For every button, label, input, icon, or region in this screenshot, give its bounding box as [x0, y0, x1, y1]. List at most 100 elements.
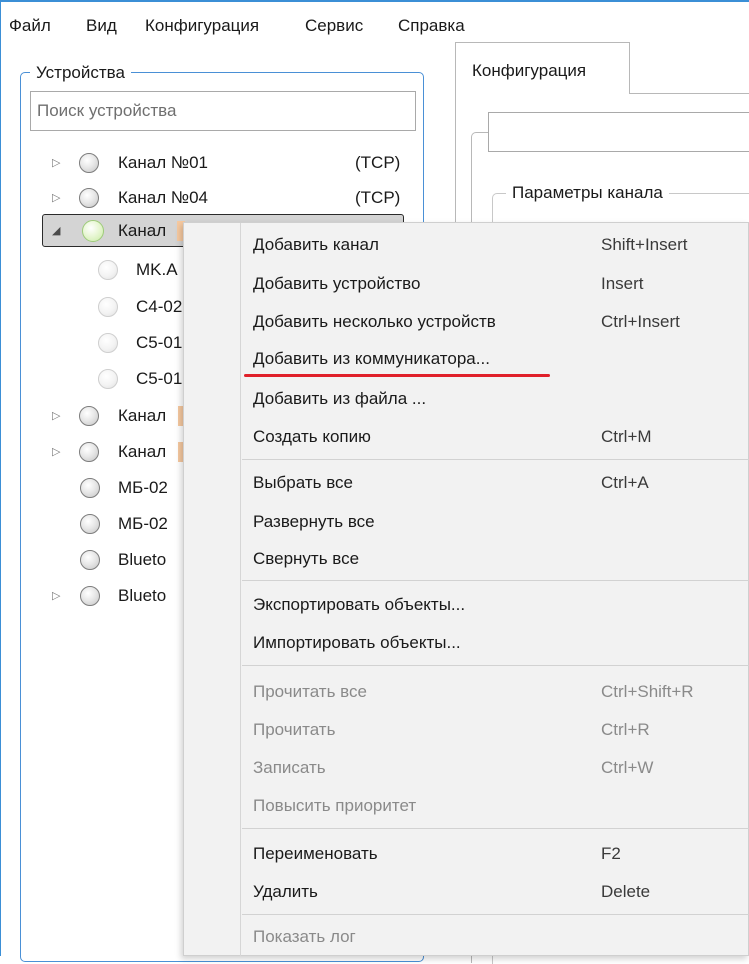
status-led-icon	[98, 369, 118, 389]
menu-item-shortcut: Insert	[601, 274, 644, 293]
status-led-icon	[98, 260, 118, 280]
highlight-underline	[244, 374, 550, 377]
menu-item-label: Добавить из коммуникатора...	[253, 349, 490, 368]
expand-arrow-icon[interactable]: ▷	[52, 579, 60, 613]
menu-item-label: Удалить	[253, 882, 318, 901]
channel-params-title: Параметры канала	[506, 182, 669, 204]
tree-item-label: Blueto	[118, 586, 167, 605]
menu-item-label: Развернуть все	[253, 512, 375, 531]
menu-separator	[242, 459, 749, 460]
menu-item-label: Добавить несколько устройств	[253, 312, 496, 331]
menu-item-shortcut: Ctrl+R	[601, 720, 650, 739]
menu-separator	[242, 665, 749, 666]
collapse-arrow-icon[interactable]: ◢	[52, 214, 60, 248]
menu-item-shortcut: F2	[601, 844, 621, 863]
tree-item-label: Канал	[118, 406, 167, 425]
expand-arrow-icon[interactable]: ▷	[52, 146, 60, 180]
menu-separator	[242, 580, 749, 581]
menu-item-label: Записать	[253, 758, 326, 777]
menu-item-add-from-file[interactable]: Добавить из файла ...	[241, 380, 749, 418]
tree-item-label: МБ-02	[118, 478, 168, 497]
menu-item-label: Создать копию	[253, 427, 371, 446]
status-led-icon	[79, 406, 99, 426]
menu-bar: Файл Вид Конфигурация Сервис Справка	[0, 2, 749, 42]
tree-item-device[interactable]: C4-02	[96, 290, 186, 324]
menu-item-label: Выбрать все	[253, 473, 353, 492]
menu-item-add-multiple-devices[interactable]: Добавить несколько устройств Ctrl+Insert	[241, 303, 749, 341]
tree-item-channel[interactable]: ▷ Канал	[40, 399, 186, 433]
tree-item-device[interactable]: МБ-02	[78, 507, 186, 541]
tab-strip-line	[630, 93, 749, 94]
menu-item-label: Добавить устройство	[253, 274, 421, 293]
menu-item-create-copy[interactable]: Создать копию Ctrl+M	[241, 418, 749, 456]
menu-item-add-device[interactable]: Добавить устройство Insert	[241, 265, 749, 303]
status-led-icon	[98, 333, 118, 353]
menu-item-label: Свернуть все	[253, 549, 360, 568]
menu-item-label: Повысить приоритет	[253, 796, 417, 815]
menu-item-shortcut: Ctrl+Insert	[601, 312, 680, 331]
tree-item-label: Blueto	[118, 550, 167, 569]
status-led-icon	[79, 442, 99, 462]
menu-item-read-all[interactable]: Прочитать все Ctrl+Shift+R	[241, 673, 749, 711]
tree-item-protocol: (TCP)	[355, 153, 401, 172]
menu-item-select-all[interactable]: Выбрать все Ctrl+A	[241, 464, 749, 502]
config-name-field[interactable]	[488, 112, 749, 152]
menu-item-label: Прочитать все	[253, 682, 367, 701]
status-led-icon	[82, 220, 104, 242]
tree-item-device[interactable]: Blueto	[78, 543, 186, 577]
menu-separator	[242, 914, 749, 915]
tree-item-label: Канал	[118, 221, 167, 240]
menu-item-label: Показать лог	[253, 927, 356, 946]
tree-item-channel-04[interactable]: ▷ Канал №04 (TCP)	[40, 181, 420, 215]
tree-item-label: Канал №04	[118, 188, 208, 207]
menu-item-collapse-all[interactable]: Свернуть все	[241, 540, 749, 578]
menu-help[interactable]: Справка	[398, 16, 465, 36]
menu-item-shortcut: Shift+Insert	[601, 235, 688, 254]
menu-service[interactable]: Сервис	[305, 16, 363, 36]
tree-item-device[interactable]: MK.A	[96, 253, 186, 287]
menu-item-label: Импортировать объекты...	[253, 633, 461, 652]
status-led-icon	[98, 297, 118, 317]
menu-item-import-objects[interactable]: Импортировать объекты...	[241, 624, 749, 662]
menu-item-show-log[interactable]: Показать лог	[241, 918, 749, 956]
menu-item-add-from-communicator[interactable]: Добавить из коммуникатора...	[241, 340, 749, 378]
menu-item-expand-all[interactable]: Развернуть все	[241, 503, 749, 541]
devices-panel-title: Устройства	[30, 62, 131, 84]
menu-item-delete[interactable]: Удалить Delete	[241, 873, 749, 911]
tree-item-label: C5-01	[136, 333, 183, 352]
tree-item-channel-selected[interactable]: ◢ Канал	[40, 214, 185, 248]
expand-arrow-icon[interactable]: ▷	[52, 435, 60, 469]
menu-item-shortcut: Ctrl+A	[601, 473, 649, 492]
status-led-icon	[79, 188, 99, 208]
tree-item-protocol: (TCP)	[355, 188, 401, 207]
menu-view[interactable]: Вид	[86, 16, 117, 36]
menu-item-add-channel[interactable]: Добавить канал Shift+Insert	[241, 226, 749, 264]
tree-item-channel-01[interactable]: ▷ Канал №01 (TCP)	[40, 146, 420, 180]
tree-item-channel[interactable]: ▷ Blueto	[40, 579, 185, 613]
menu-item-label: Экспортировать объекты...	[253, 595, 466, 614]
menu-item-shortcut: Ctrl+Shift+R	[601, 682, 694, 701]
menu-file[interactable]: Файл	[9, 16, 51, 36]
menu-item-write[interactable]: Записать Ctrl+W	[241, 749, 749, 787]
device-search-input[interactable]	[30, 91, 416, 131]
menu-item-label: Прочитать	[253, 720, 336, 739]
menu-item-label: Добавить канал	[253, 235, 379, 254]
tree-item-label: МБ-02	[118, 514, 168, 533]
menu-item-raise-priority[interactable]: Повысить приоритет	[241, 787, 749, 825]
tree-item-device[interactable]: МБ-02	[78, 471, 186, 505]
status-led-icon	[80, 550, 100, 570]
tree-item-label: C4-02	[136, 297, 183, 316]
menu-item-shortcut: Ctrl+M	[601, 427, 652, 446]
menu-item-rename[interactable]: Переименовать F2	[241, 835, 749, 873]
tree-item-device[interactable]: C5-01	[96, 362, 186, 396]
expand-arrow-icon[interactable]: ▷	[52, 399, 60, 433]
menu-item-label: Добавить из файла ...	[253, 389, 427, 408]
tree-item-device[interactable]: C5-01	[96, 326, 186, 360]
expand-arrow-icon[interactable]: ▷	[52, 181, 60, 215]
menu-item-read[interactable]: Прочитать Ctrl+R	[241, 711, 749, 749]
menu-item-export-objects[interactable]: Экспортировать объекты...	[241, 586, 749, 624]
menu-item-label: Переименовать	[253, 844, 378, 863]
window-left-border	[0, 2, 1, 956]
menu-config[interactable]: Конфигурация	[145, 16, 259, 36]
tree-item-channel[interactable]: ▷ Канал	[40, 435, 186, 469]
